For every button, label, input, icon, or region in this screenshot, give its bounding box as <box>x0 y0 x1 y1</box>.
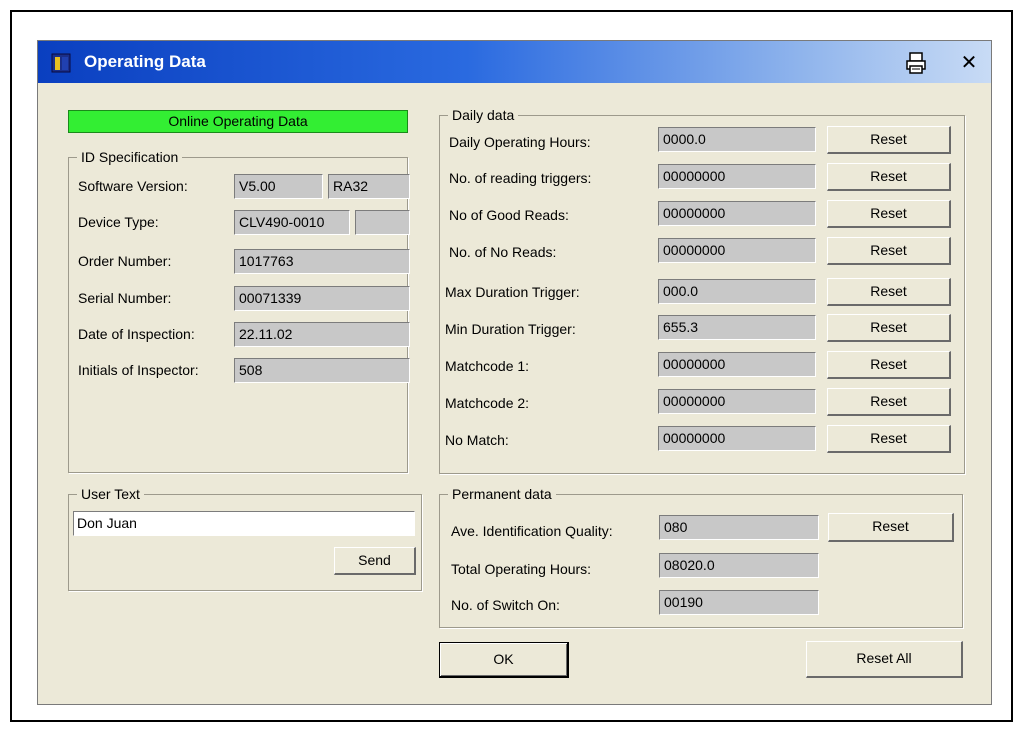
good-reads-label: No of Good Reads: <box>449 207 569 223</box>
reset-reading-triggers-button[interactable]: Reset <box>827 163 951 191</box>
permanent-data-legend: Permanent data <box>452 486 552 502</box>
user-text-legend: User Text <box>81 486 140 502</box>
reading-triggers-label: No. of reading triggers: <box>449 170 592 186</box>
order-number-field: 1017763 <box>234 249 410 274</box>
reset-matchcode-1-button[interactable]: Reset <box>827 351 951 379</box>
total-operating-hours-label: Total Operating Hours: <box>451 561 592 577</box>
reset-matchcode-2-button[interactable]: Reset <box>827 388 951 416</box>
device-type-field: CLV490-0010 <box>234 210 350 235</box>
matchcode-2-label: Matchcode 2: <box>445 395 530 411</box>
book-icon <box>51 53 71 73</box>
daily-data-legend: Daily data <box>452 107 515 123</box>
reading-triggers-field: 00000000 <box>658 164 816 189</box>
reset-identification-quality-button[interactable]: Reset <box>828 513 954 542</box>
operating-data-dialog: Operating Data ✕ Online Operating Data I… <box>37 40 992 705</box>
ave-identification-quality-field: 080 <box>659 515 819 540</box>
daily-operating-hours-label: Daily Operating Hours: <box>449 134 591 150</box>
software-version-field: V5.00 <box>234 174 323 199</box>
printer-icon[interactable] <box>904 51 928 75</box>
ave-identification-quality-label: Ave. Identification Quality: <box>451 523 613 539</box>
id-specification-legend: ID Specification <box>81 149 179 165</box>
serial-number-label: Serial Number: <box>78 290 172 306</box>
date-of-inspection-label: Date of Inspection: <box>78 326 195 342</box>
close-icon[interactable]: ✕ <box>956 51 982 75</box>
min-duration-trigger-field: 655.3 <box>658 315 816 340</box>
reset-min-duration-trigger-button[interactable]: Reset <box>827 314 951 342</box>
user-text-input[interactable]: Don Juan <box>73 511 415 536</box>
no-match-field: 00000000 <box>658 426 816 451</box>
good-reads-field: 00000000 <box>658 201 816 226</box>
no-reads-field: 00000000 <box>658 238 816 263</box>
initials-of-inspector-label: Initials of Inspector: <box>78 362 199 378</box>
no-match-label: No Match: <box>445 432 509 448</box>
max-duration-trigger-field: 000.0 <box>658 279 816 304</box>
reset-no-reads-button[interactable]: Reset <box>827 237 951 265</box>
max-duration-trigger-label: Max Duration Trigger: <box>445 284 580 300</box>
send-button[interactable]: Send <box>334 547 416 575</box>
no-reads-label: No. of No Reads: <box>449 244 557 260</box>
device-type-extra-field <box>355 210 410 235</box>
min-duration-trigger-label: Min Duration Trigger: <box>445 321 576 337</box>
reset-good-reads-button[interactable]: Reset <box>827 200 951 228</box>
dialog-title: Operating Data <box>84 52 206 71</box>
matchcode-1-label: Matchcode 1: <box>445 358 530 374</box>
matchcode-1-field: 00000000 <box>658 352 816 377</box>
reset-all-button[interactable]: Reset All <box>806 641 963 678</box>
online-status-bar: Online Operating Data <box>68 110 408 133</box>
reset-no-match-button[interactable]: Reset <box>827 425 951 453</box>
switch-on-count-field: 00190 <box>659 590 819 615</box>
user-text-group: User Text <box>68 486 422 591</box>
software-version-label: Software Version: <box>78 178 188 194</box>
reset-max-duration-trigger-button[interactable]: Reset <box>827 278 951 306</box>
reset-daily-operating-hours-button[interactable]: Reset <box>827 126 951 154</box>
ok-button[interactable]: OK <box>439 642 569 678</box>
initials-of-inspector-field: 508 <box>234 358 410 383</box>
total-operating-hours-field: 08020.0 <box>659 553 819 578</box>
switch-on-count-label: No. of Switch On: <box>451 597 560 613</box>
date-of-inspection-field: 22.11.02 <box>234 322 410 347</box>
device-type-label: Device Type: <box>78 214 159 230</box>
software-revision-field: RA32 <box>328 174 410 199</box>
daily-operating-hours-field: 0000.0 <box>658 127 816 152</box>
matchcode-2-field: 00000000 <box>658 389 816 414</box>
order-number-label: Order Number: <box>78 253 172 269</box>
serial-number-field: 00071339 <box>234 286 410 311</box>
title-bar[interactable]: Operating Data ✕ <box>38 41 991 83</box>
